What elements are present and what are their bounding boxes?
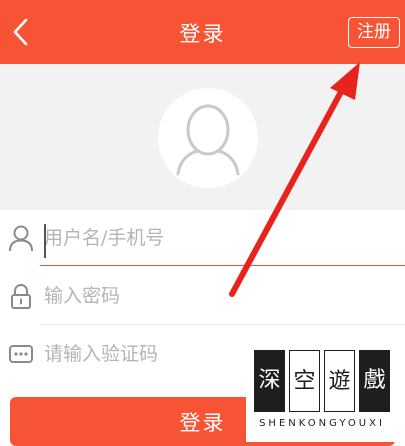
avatar-section [0, 64, 405, 210]
watermark-logo: 深 空 遊 戲 SHENKONGYOUXI [246, 342, 398, 442]
user-icon [9, 225, 33, 252]
lock-icon [11, 283, 31, 309]
avatar[interactable] [158, 88, 258, 188]
password-field-row [0, 268, 405, 324]
text-cursor [44, 224, 46, 258]
watermark-char: 深 [254, 350, 285, 412]
watermark-char: 戲 [359, 350, 390, 412]
username-field-row [0, 210, 405, 266]
watermark-char: 遊 [324, 350, 355, 412]
password-underline [40, 324, 405, 325]
watermark-chars: 深 空 遊 戲 [254, 350, 390, 412]
page-title: 登录 [179, 22, 226, 46]
top-app-bar: 登录 注册 [0, 0, 405, 64]
dots-icon [9, 345, 33, 363]
register-button[interactable]: 注册 [348, 17, 400, 48]
username-input[interactable] [44, 210, 384, 266]
default-avatar-icon [176, 104, 240, 176]
password-input[interactable] [44, 268, 384, 324]
username-underline [40, 265, 405, 266]
watermark-char: 空 [289, 350, 320, 412]
watermark-subtitle: SHENKONGYOUXI [259, 418, 385, 429]
